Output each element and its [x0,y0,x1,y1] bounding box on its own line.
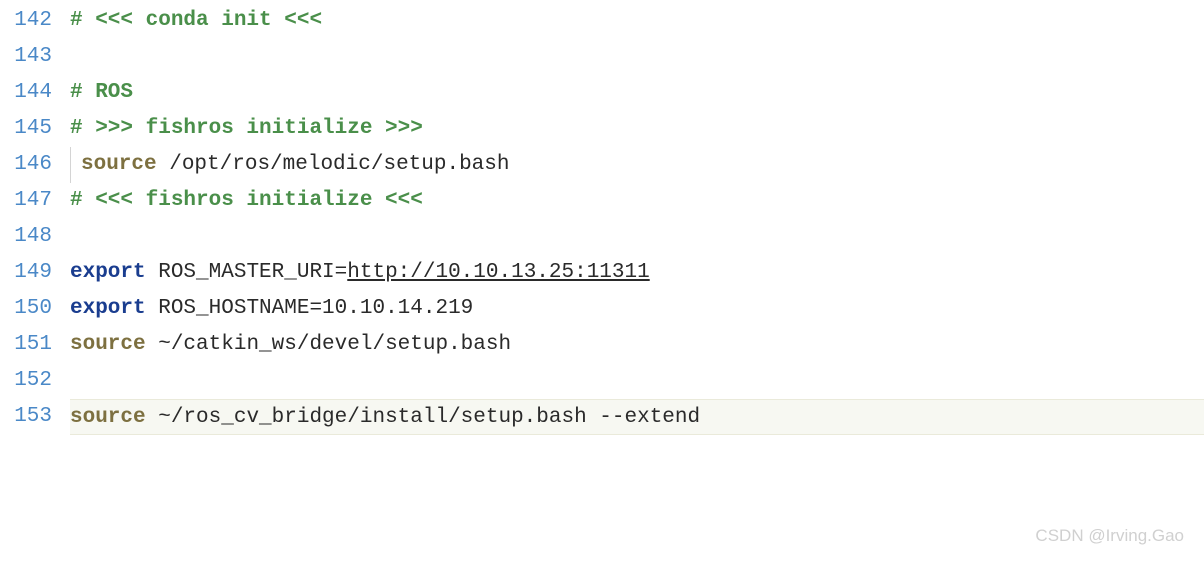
code-token-comment: # <<< conda init <<< [70,9,322,32]
line-number: 143 [0,39,52,75]
line-number: 145 [0,111,52,147]
code-editor[interactable]: 142143144145146147148149150151152153 # <… [0,0,1204,435]
code-line[interactable]: # <<< fishros initialize <<< [70,183,1204,219]
line-number: 147 [0,183,52,219]
watermark: CSDN @Irving.Gao [1035,522,1184,551]
line-number: 153 [0,399,52,435]
code-token-keyword: export [70,261,146,284]
code-line[interactable] [70,363,1204,399]
code-line[interactable]: export ROS_HOSTNAME=10.10.14.219 [70,291,1204,327]
code-token-url: http://10.10.13.25:11311 [347,261,649,284]
code-token-keyword: export [70,297,146,320]
code-line[interactable]: # ROS [70,75,1204,111]
line-number: 146 [0,147,52,183]
line-number-gutter: 142143144145146147148149150151152153 [0,3,70,435]
code-token-builtin: source [70,333,146,356]
code-token-builtin: source [70,406,146,429]
code-line[interactable]: # >>> fishros initialize >>> [70,111,1204,147]
code-token-comment: # ROS [70,81,133,104]
code-token-text: ~/catkin_ws/devel/setup.bash [146,333,511,356]
code-line[interactable]: source ~/ros_cv_bridge/install/setup.bas… [70,399,1204,435]
code-token-text: ROS_MASTER_URI= [146,261,348,284]
line-number: 144 [0,75,52,111]
code-content[interactable]: # <<< conda init <<< # ROS # >>> fishros i… [70,3,1204,435]
line-number: 148 [0,219,52,255]
code-line[interactable]: source /opt/ros/melodic/setup.bash [70,147,1204,183]
code-token-text: ROS_HOSTNAME=10.10.14.219 [146,297,474,320]
indent-guide [70,147,71,183]
line-number: 142 [0,3,52,39]
code-line[interactable] [70,39,1204,75]
code-line[interactable] [70,219,1204,255]
code-token-text: /opt/ros/melodic/setup.bash [157,153,510,176]
code-token-text: ~/ros_cv_bridge/install/setup.bash --ext… [146,406,701,429]
code-line[interactable]: export ROS_MASTER_URI=http://10.10.13.25… [70,255,1204,291]
line-number: 149 [0,255,52,291]
code-token-comment: # <<< fishros initialize <<< [70,189,423,212]
code-line[interactable]: source ~/catkin_ws/devel/setup.bash [70,327,1204,363]
code-line[interactable]: # <<< conda init <<< [70,3,1204,39]
line-number: 151 [0,327,52,363]
line-number: 150 [0,291,52,327]
code-token-comment: # >>> fishros initialize >>> [70,117,423,140]
code-token-builtin: source [81,153,157,176]
line-number: 152 [0,363,52,399]
